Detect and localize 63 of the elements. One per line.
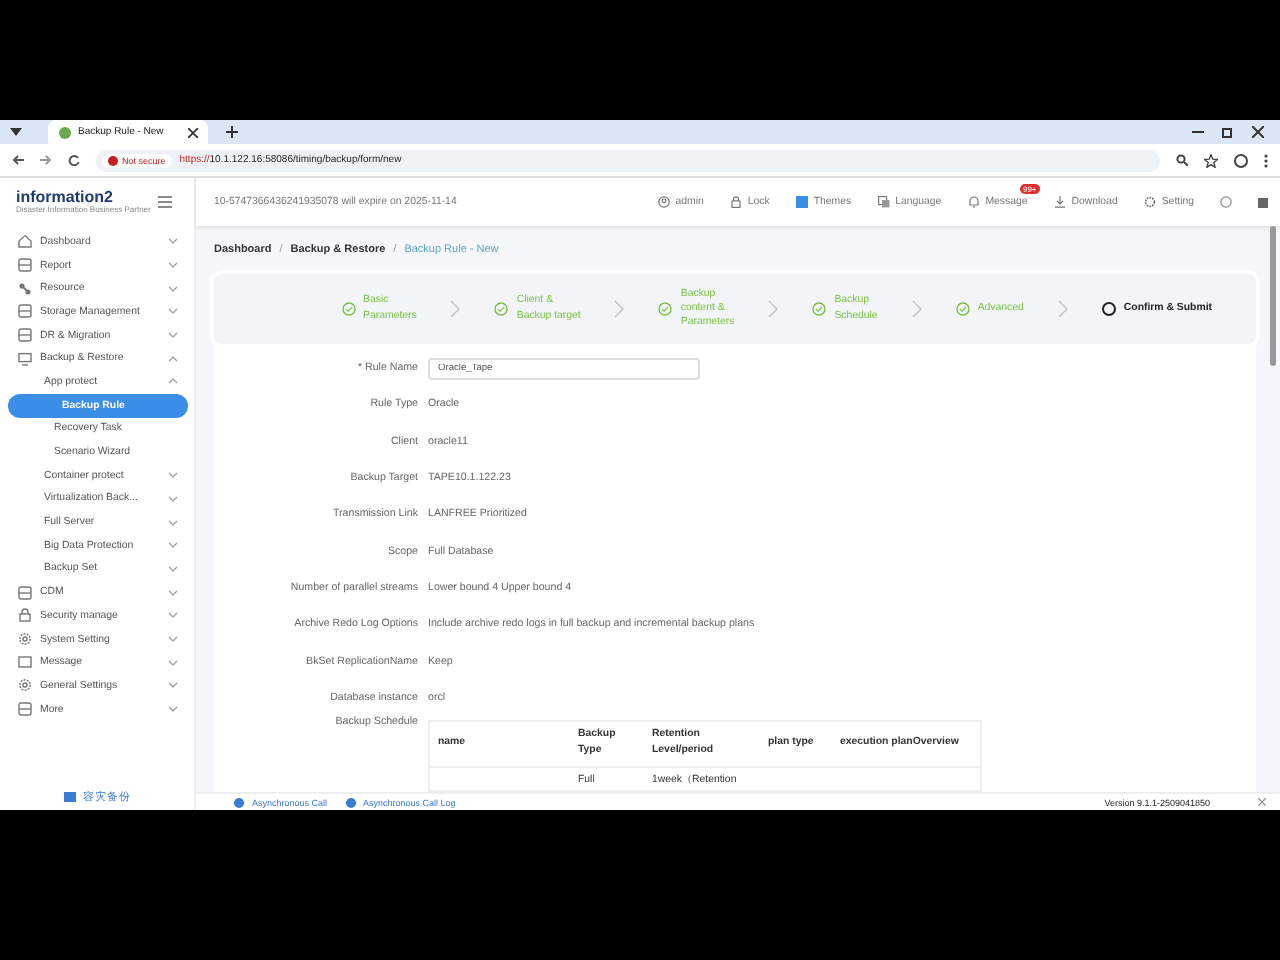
clipboard-icon [18, 258, 32, 273]
back-icon[interactable] [12, 154, 24, 166]
settings-icon [18, 678, 32, 693]
chevron-icon [168, 355, 178, 362]
chevron-icon [168, 682, 178, 689]
settings-icon [1143, 196, 1156, 208]
book-icon [63, 791, 75, 801]
chevron-icon [450, 300, 461, 318]
restore-icon[interactable] [1222, 126, 1234, 138]
warning-icon [108, 155, 118, 165]
user-icon [657, 196, 670, 208]
chevron-icon [168, 472, 178, 479]
lock-icon [729, 196, 742, 208]
chevron-icon [168, 565, 178, 572]
chevron-icon [168, 378, 178, 385]
chevron-icon [168, 262, 178, 269]
drive-icon [18, 585, 32, 600]
chevron-icon [168, 495, 178, 502]
settings-icon [18, 632, 32, 647]
monitor-icon [18, 351, 32, 366]
chevron-icon [614, 300, 625, 318]
minimize-icon[interactable] [1192, 126, 1204, 138]
star-icon[interactable] [1204, 153, 1218, 167]
tab-list-icon[interactable] [10, 128, 22, 136]
chevron-icon [911, 300, 922, 318]
chevron-icon [768, 300, 779, 318]
lock-icon [18, 608, 32, 623]
chevron-icon [168, 308, 178, 315]
chevron-icon [168, 636, 178, 643]
chevron-icon [168, 519, 178, 526]
help-icon[interactable] [1220, 196, 1232, 208]
profile-icon[interactable] [1234, 153, 1248, 167]
chevron-icon [168, 589, 178, 596]
chevron-icon [168, 659, 178, 666]
drive-icon [18, 304, 32, 319]
zoom-icon[interactable] [1176, 154, 1188, 166]
scrollbar[interactable] [1270, 226, 1276, 366]
square-icon [795, 196, 808, 208]
bell-icon [967, 196, 980, 208]
chevron-icon [1057, 300, 1068, 318]
reload-icon[interactable] [68, 154, 80, 166]
house-icon [18, 234, 32, 249]
clipboard-icon [18, 702, 32, 717]
close-icon[interactable] [188, 127, 198, 137]
chevron-icon [168, 285, 178, 292]
menu-icon[interactable] [158, 196, 173, 208]
info-icon [345, 797, 356, 807]
drive-icon [18, 328, 32, 343]
fullscreen-icon[interactable] [1258, 197, 1268, 207]
chevron-icon [168, 332, 178, 339]
download-icon [1053, 196, 1066, 208]
chevron-icon [168, 706, 178, 713]
chevron-icon [168, 612, 178, 619]
chevron-icon [168, 542, 178, 549]
forward-icon[interactable] [40, 154, 52, 166]
chevron-icon [168, 238, 178, 245]
close-icon[interactable] [1252, 126, 1264, 138]
translate-icon [877, 196, 890, 208]
nodes-icon [18, 281, 32, 296]
info-icon [234, 797, 244, 807]
page-icon [58, 125, 72, 139]
message-icon [18, 655, 32, 670]
new-tab-icon[interactable] [226, 126, 238, 138]
